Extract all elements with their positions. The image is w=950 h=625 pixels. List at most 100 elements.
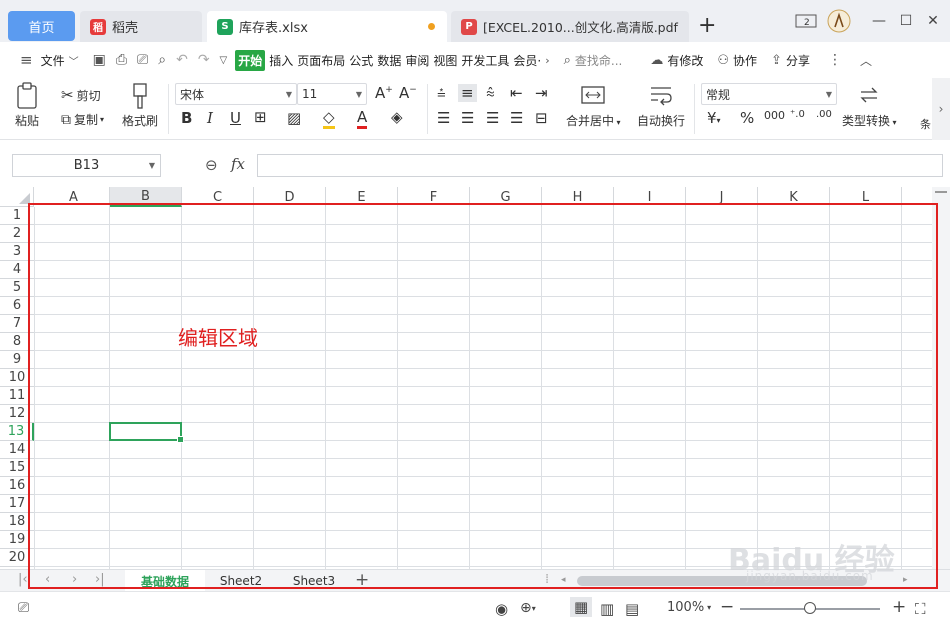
row-header[interactable]: 8 bbox=[0, 333, 34, 351]
sheet-tab[interactable]: 基础数据 bbox=[125, 570, 205, 592]
copy-button[interactable]: ⧉ 复制 ▾ bbox=[61, 111, 104, 128]
tab-view[interactable]: 视图 bbox=[433, 52, 457, 69]
align-bottom-icon[interactable]: ⩯ bbox=[486, 84, 495, 102]
border-icon[interactable]: ⊞ bbox=[254, 108, 267, 126]
column-header[interactable]: C bbox=[182, 187, 254, 207]
tab-insert[interactable]: 插入 bbox=[269, 52, 293, 69]
tab-page-layout[interactable]: 页面布局 bbox=[297, 52, 345, 69]
row-header[interactable]: 6 bbox=[0, 297, 34, 315]
page-layout-view-icon[interactable]: ▥ bbox=[600, 600, 614, 618]
font-name-select[interactable]: 宋体 ▼ bbox=[175, 83, 297, 105]
undo-icon[interactable]: ↶ bbox=[176, 52, 188, 68]
tab-start[interactable]: 开始 bbox=[235, 49, 266, 71]
italic-icon[interactable]: I bbox=[207, 109, 213, 127]
indent-increase-icon[interactable]: ⇥ bbox=[535, 84, 548, 102]
page-break-view-icon[interactable]: ▤ bbox=[625, 600, 639, 618]
add-sheet-button[interactable]: + bbox=[355, 570, 369, 590]
split-handle-icon[interactable] bbox=[935, 191, 947, 193]
function-icon[interactable]: fx bbox=[231, 155, 245, 173]
last-sheet-icon[interactable]: ›| bbox=[95, 572, 105, 587]
macro-record-icon[interactable]: ⎚ bbox=[18, 600, 29, 616]
align-right-icon[interactable]: ☰ bbox=[486, 109, 499, 127]
increase-decimal-icon[interactable]: ⁺.0 bbox=[790, 109, 805, 120]
reading-mode-icon[interactable]: ⊕ ▾ bbox=[520, 600, 536, 616]
row-header[interactable]: 4 bbox=[0, 261, 34, 279]
row-header[interactable]: 10 bbox=[0, 369, 34, 387]
column-header[interactable]: G bbox=[470, 187, 542, 207]
row-header[interactable]: 18 bbox=[0, 513, 34, 531]
zoom-slider-handle[interactable] bbox=[804, 602, 816, 614]
increase-font-icon[interactable]: A+ bbox=[375, 84, 393, 102]
tab-splitter-icon[interactable]: ⁞ bbox=[545, 572, 549, 587]
row-header[interactable]: 11 bbox=[0, 387, 34, 405]
tab-formula[interactable]: 公式 bbox=[349, 52, 373, 69]
tab-spreadsheet[interactable]: S 库存表.xlsx bbox=[207, 11, 447, 42]
vertical-scrollbar[interactable] bbox=[932, 187, 950, 582]
first-sheet-icon[interactable]: |‹ bbox=[18, 572, 28, 587]
row-header[interactable]: 9 bbox=[0, 351, 34, 369]
row-header[interactable]: 3 bbox=[0, 243, 34, 261]
worksheet-grid[interactable]: A B C D E F G H I J K L 1 2 3 4 5 6 7 8 9 10 11 12 13 14 15 16 17 18 1… bbox=[0, 187, 932, 569]
sheet-tab[interactable]: Sheet3 bbox=[278, 570, 350, 592]
cut-button[interactable]: ✂ 剪切 bbox=[61, 86, 101, 104]
print-preview-icon[interactable]: ⌕ bbox=[158, 52, 166, 68]
currency-icon[interactable]: ¥▾ bbox=[707, 109, 721, 127]
column-header[interactable]: J bbox=[686, 187, 758, 207]
align-top-icon[interactable]: ⩮ bbox=[437, 84, 446, 102]
name-box[interactable]: B13 ▼ bbox=[12, 154, 161, 177]
prev-sheet-icon[interactable]: ‹ bbox=[45, 572, 50, 587]
collaborate-button[interactable]: 协作 bbox=[733, 52, 757, 69]
type-convert-button[interactable]: 类型转换 ▾ bbox=[842, 84, 897, 129]
row-header[interactable]: 16 bbox=[0, 477, 34, 495]
number-format-select[interactable]: 常规 ▼ bbox=[701, 83, 837, 105]
save-icon[interactable]: ▣ bbox=[93, 52, 106, 68]
tab-data[interactable]: 数据 bbox=[377, 52, 401, 69]
sheet-tab[interactable]: Sheet2 bbox=[206, 570, 276, 592]
eye-protection-icon[interactable]: ◉ bbox=[495, 600, 508, 618]
redo-icon[interactable]: ↷ bbox=[198, 52, 210, 68]
column-header[interactable]: H bbox=[542, 187, 614, 207]
selected-cell[interactable] bbox=[109, 422, 184, 443]
modified-status[interactable]: 有修改 bbox=[667, 52, 703, 69]
font-color-icon[interactable]: A bbox=[357, 108, 368, 129]
normal-view-icon[interactable]: ▦ bbox=[570, 597, 593, 617]
more-vertical-icon[interactable]: ⋮ bbox=[828, 52, 842, 68]
minimize-icon[interactable]: — bbox=[868, 10, 890, 32]
row-header[interactable]: 1 bbox=[0, 207, 34, 225]
underline-icon[interactable]: U bbox=[230, 109, 241, 127]
share-button[interactable]: 分享 bbox=[786, 52, 810, 69]
column-header[interactable]: E bbox=[326, 187, 398, 207]
distributed-align-icon[interactable]: ⊟ bbox=[535, 109, 548, 127]
close-icon[interactable]: ✕ bbox=[922, 10, 944, 32]
column-header[interactable]: K bbox=[758, 187, 830, 207]
decrease-decimal-icon[interactable]: .00 bbox=[816, 109, 832, 120]
chevron-down-icon[interactable]: ﹀ bbox=[69, 53, 79, 68]
print-icon[interactable]: ⎚ bbox=[137, 52, 148, 68]
tab-daoke[interactable]: 稻 稻壳 bbox=[80, 11, 202, 42]
thousands-separator-icon[interactable]: 000 bbox=[764, 109, 785, 122]
ribbon-more-label[interactable]: 条 bbox=[920, 116, 931, 132]
ribbon-scroll-right-icon[interactable]: › bbox=[932, 78, 950, 140]
clear-format-icon[interactable]: ◈ bbox=[391, 108, 403, 126]
row-header[interactable]: 19 bbox=[0, 531, 34, 549]
menu-file[interactable]: 文件 bbox=[41, 52, 65, 69]
tab-review[interactable]: 审阅 bbox=[405, 52, 429, 69]
zoom-in-icon[interactable]: + bbox=[892, 597, 906, 617]
row-header[interactable]: 2 bbox=[0, 225, 34, 243]
search-commands-input[interactable]: 查找命... bbox=[575, 52, 622, 69]
row-header[interactable]: 14 bbox=[0, 441, 34, 459]
new-tab-button[interactable]: + bbox=[698, 13, 716, 38]
next-sheet-icon[interactable]: › bbox=[72, 572, 77, 587]
tab-developer[interactable]: 开发工具 bbox=[461, 52, 509, 69]
row-header[interactable]: 7 bbox=[0, 315, 34, 333]
column-header[interactable]: B bbox=[110, 187, 182, 207]
zoom-out-icon[interactable]: − bbox=[720, 597, 734, 617]
justify-icon[interactable]: ☰ bbox=[510, 109, 523, 127]
column-header[interactable]: D bbox=[254, 187, 326, 207]
format-painter-button[interactable]: 格式刷 bbox=[122, 82, 158, 129]
column-header[interactable]: I bbox=[614, 187, 686, 207]
select-all-corner[interactable] bbox=[0, 187, 34, 207]
maximize-icon[interactable]: ☐ bbox=[895, 10, 917, 32]
hamburger-menu-icon[interactable]: ≡ bbox=[20, 51, 33, 69]
align-middle-icon[interactable]: ≡ bbox=[458, 84, 477, 102]
